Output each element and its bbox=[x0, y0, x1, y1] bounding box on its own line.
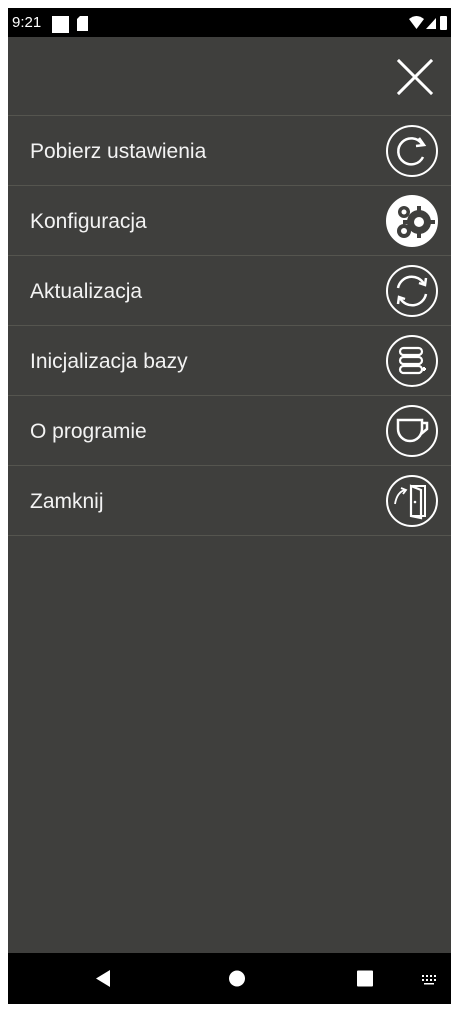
wifi-icon bbox=[409, 16, 424, 29]
sync-icon bbox=[386, 265, 438, 317]
exit-door-icon bbox=[386, 475, 438, 527]
refresh-icon bbox=[386, 125, 438, 177]
status-time: 9:21 bbox=[12, 14, 42, 31]
menu-item-zamknij[interactable]: Zamknij bbox=[8, 465, 451, 536]
database-icon bbox=[386, 335, 438, 387]
menu-item-label: Pobierz ustawienia bbox=[30, 140, 207, 163]
sd-card-icon bbox=[77, 16, 88, 31]
recents-icon[interactable] bbox=[353, 953, 377, 1004]
menu-item-label: O programie bbox=[30, 420, 147, 443]
menu-item-konfiguracja[interactable]: Konfiguracja bbox=[8, 185, 451, 255]
back-icon[interactable] bbox=[92, 953, 116, 1004]
notification-icon bbox=[52, 16, 69, 33]
menu-item-o-programie[interactable]: O programie bbox=[8, 395, 451, 465]
gears-icon bbox=[386, 195, 438, 247]
menu-item-pobierz-ustawienia[interactable]: Pobierz ustawienia bbox=[8, 115, 451, 185]
cup-icon bbox=[386, 405, 438, 457]
side-menu: Pobierz ustawienia Konfiguracja Aktualiz… bbox=[8, 115, 451, 536]
status-bar: 9:21 bbox=[8, 8, 451, 37]
signal-icon bbox=[426, 18, 436, 29]
menu-item-inicjalizacja-bazy[interactable]: Inicjalizacja bazy bbox=[8, 325, 451, 395]
close-icon[interactable] bbox=[397, 59, 433, 95]
menu-item-aktualizacja[interactable]: Aktualizacja bbox=[8, 255, 451, 325]
status-icons bbox=[409, 16, 447, 30]
app-screen: 9:21 Pobierz ustawienia Konfiguracja Akt… bbox=[8, 8, 451, 1004]
navigation-bar bbox=[8, 953, 451, 1004]
menu-item-label: Konfiguracja bbox=[30, 210, 147, 233]
menu-item-label: Aktualizacja bbox=[30, 280, 143, 303]
menu-item-label: Inicjalizacja bazy bbox=[30, 350, 188, 373]
menu-item-label: Zamknij bbox=[30, 490, 104, 513]
battery-icon bbox=[440, 16, 447, 30]
home-icon[interactable] bbox=[225, 953, 249, 1004]
keyboard-icon[interactable] bbox=[420, 953, 440, 1004]
menu-header bbox=[8, 37, 451, 115]
